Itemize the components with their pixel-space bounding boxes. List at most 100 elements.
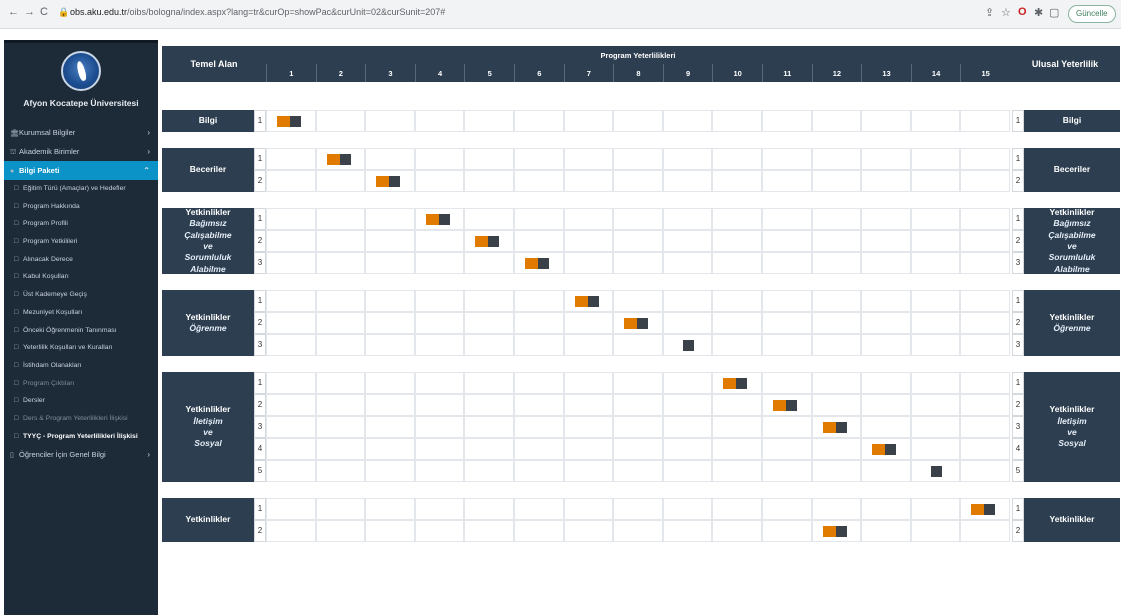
lock-icon: 🔒 bbox=[58, 7, 70, 17]
relation-mark bbox=[277, 116, 301, 127]
grid-cell bbox=[762, 312, 812, 334]
row-number-left: 1 bbox=[254, 148, 266, 170]
grid-cell bbox=[960, 394, 1010, 416]
grid-cell bbox=[910, 334, 961, 356]
row-number-right: 2 bbox=[1012, 312, 1024, 334]
grid-cell bbox=[811, 334, 862, 356]
sidebar-item-bilgi-paketi[interactable]: ● Bilgi Paketi ⌃ bbox=[4, 161, 158, 180]
sidebar-item-kabul-koşulları[interactable]: □ Kabul Koşulları bbox=[4, 268, 158, 286]
update-button[interactable]: Güncelle bbox=[1068, 5, 1116, 23]
grid-cell bbox=[910, 520, 961, 542]
grid-cell bbox=[762, 438, 812, 460]
grid-cell bbox=[861, 252, 911, 274]
grid-cell bbox=[563, 252, 614, 274]
grid-cell bbox=[762, 416, 812, 438]
grid-cell bbox=[514, 110, 564, 132]
grid-cell bbox=[861, 520, 911, 542]
grid-cell bbox=[365, 438, 415, 460]
sidebar-item-kurumsal-bilgiler[interactable]: 🏛Kurumsal Bilgiler › bbox=[4, 123, 158, 142]
sidebar-item-dersler[interactable]: □ Dersler bbox=[4, 392, 158, 410]
sidebar-item-program-profili[interactable]: □ Program Profili bbox=[4, 215, 158, 233]
grid-cell bbox=[414, 498, 465, 520]
sidebar-item-öğrenciler-i-çin-genel-bilgi[interactable]: ▯ Öğrenciler İçin Genel Bilgi › bbox=[4, 445, 158, 464]
grid-cell bbox=[266, 334, 316, 356]
relation-mark bbox=[574, 296, 599, 307]
sidebar-item-ders-program-yeterlilikleri-i-lişkisi[interactable]: □ Ders & Program Yeterlilikleri İlişkisi bbox=[4, 410, 158, 428]
grid-cell bbox=[811, 498, 862, 520]
header-ulusal-yeterlilik: Ulusal Yeterlilik bbox=[1010, 46, 1120, 82]
share-icon[interactable]: ⇪ bbox=[985, 6, 994, 19]
sidepanel-icon[interactable]: ▢ bbox=[1049, 6, 1059, 19]
back-icon[interactable]: ← bbox=[8, 6, 19, 18]
grid-cell bbox=[662, 372, 713, 394]
competency-block-right: Beceriler bbox=[1024, 148, 1120, 192]
grid-cell bbox=[762, 372, 812, 394]
mark-dark bbox=[538, 258, 549, 269]
grid-cell bbox=[414, 520, 465, 542]
mark-dark bbox=[438, 214, 450, 225]
grid-cell bbox=[414, 290, 465, 312]
grid-cell bbox=[613, 416, 663, 438]
sidebar-item-eğitim-türü-amaçlar-ve-hedefler[interactable]: □ Eğitim Türü (Amaçlar) ve Hedefler bbox=[4, 180, 158, 198]
sidebar-item-program-yetkilileri[interactable]: □ Program Yetkilileri bbox=[4, 233, 158, 251]
grid-cell bbox=[514, 372, 564, 394]
grid-cell bbox=[861, 334, 911, 356]
competency-title: Yetkinlikler bbox=[1049, 514, 1095, 525]
grid-cell bbox=[464, 416, 514, 438]
grid-cell bbox=[315, 438, 366, 460]
mark-dark bbox=[984, 504, 996, 515]
row-number-right: 3 bbox=[1012, 416, 1024, 438]
grid-cell bbox=[464, 520, 514, 542]
mark-orange bbox=[574, 296, 588, 307]
grid-cell bbox=[266, 252, 316, 274]
grid-cell bbox=[762, 460, 812, 482]
grid-cell bbox=[762, 498, 812, 520]
grid-cell bbox=[762, 208, 812, 230]
sidebar-item-alınacak-derece[interactable]: □ Alınacak Derece bbox=[4, 251, 158, 269]
sidebar-item-program-hakkında[interactable]: □ Program Hakkında bbox=[4, 198, 158, 216]
mark-orange bbox=[822, 526, 836, 537]
competency-subtitle: İletişim bbox=[1057, 415, 1087, 426]
row-number-left: 5 bbox=[254, 460, 266, 482]
grid-cell bbox=[662, 438, 713, 460]
star-icon[interactable]: ☆ bbox=[1001, 6, 1011, 19]
grid-cell bbox=[464, 148, 514, 170]
grid-cell bbox=[910, 416, 961, 438]
grid-cell bbox=[414, 438, 465, 460]
sidebar-item-üst-kademeye-geçiş[interactable]: □ Üst Kademeye Geçiş bbox=[4, 286, 158, 304]
mark-orange bbox=[425, 214, 439, 225]
column-header: 15 bbox=[960, 64, 1010, 82]
row-number-right: 1 bbox=[1012, 290, 1024, 312]
address-bar[interactable]: obs.aku.edu.tr/oibs/bologna/index.aspx?l… bbox=[70, 7, 445, 17]
grid-cell bbox=[712, 438, 762, 460]
opera-icon[interactable]: O bbox=[1018, 6, 1027, 18]
extensions-icon[interactable]: ✱ bbox=[1034, 6, 1043, 19]
grid-cell bbox=[365, 416, 415, 438]
grid-cell bbox=[960, 520, 1010, 542]
grid-cell bbox=[514, 230, 564, 252]
grid-cell bbox=[712, 498, 762, 520]
competency-subtitle: Öğrenme bbox=[189, 323, 227, 333]
checkbox-icon: □ bbox=[14, 432, 19, 440]
competency-block-left: Yetkinlikler İletişim ve Sosyal bbox=[162, 372, 254, 482]
sidebar-item-akademik-birimler[interactable]: ⛫ Akademik Birimler › bbox=[4, 142, 158, 161]
sidebar-item-tyyç-program-yeterlilikleri-i-lişkisi[interactable]: □ TYYÇ - Program Yeterlilikleri İlişkisi bbox=[4, 428, 158, 446]
sidebar-item-önceki-öğrenmenin-tanınması[interactable]: □ Önceki Öğrenmenin Tanınması bbox=[4, 322, 158, 340]
grid-cell bbox=[414, 170, 465, 192]
sidebar-item-i-stihdam-olanakları[interactable]: □ İstihdam Olanakları bbox=[4, 357, 158, 375]
competency-subtitle: ve bbox=[1067, 241, 1077, 251]
grid-cell bbox=[712, 394, 762, 416]
sidebar-item-yeterlilik-koşulları-ve-kuralları[interactable]: □ Yeterlilik Koşulları ve Kuralları bbox=[4, 339, 158, 357]
sidebar-item-mezuniyet-koşulları[interactable]: □ Mezuniyet Koşulları bbox=[4, 304, 158, 322]
grid-cell bbox=[910, 312, 961, 334]
sidebar-item-label: Mezuniyet Koşulları bbox=[23, 308, 83, 316]
chevron-right-icon: › bbox=[147, 450, 150, 460]
reload-icon[interactable]: C bbox=[40, 6, 48, 18]
mark-dark bbox=[736, 378, 748, 389]
relation-mark bbox=[723, 378, 748, 389]
forward-icon[interactable]: → bbox=[24, 6, 35, 18]
grid-cell bbox=[514, 148, 564, 170]
sidebar-item-program-çıktıları[interactable]: □ Program Çıktıları bbox=[4, 375, 158, 393]
row-number-left: 3 bbox=[254, 252, 266, 274]
grid-cell bbox=[960, 230, 1010, 252]
